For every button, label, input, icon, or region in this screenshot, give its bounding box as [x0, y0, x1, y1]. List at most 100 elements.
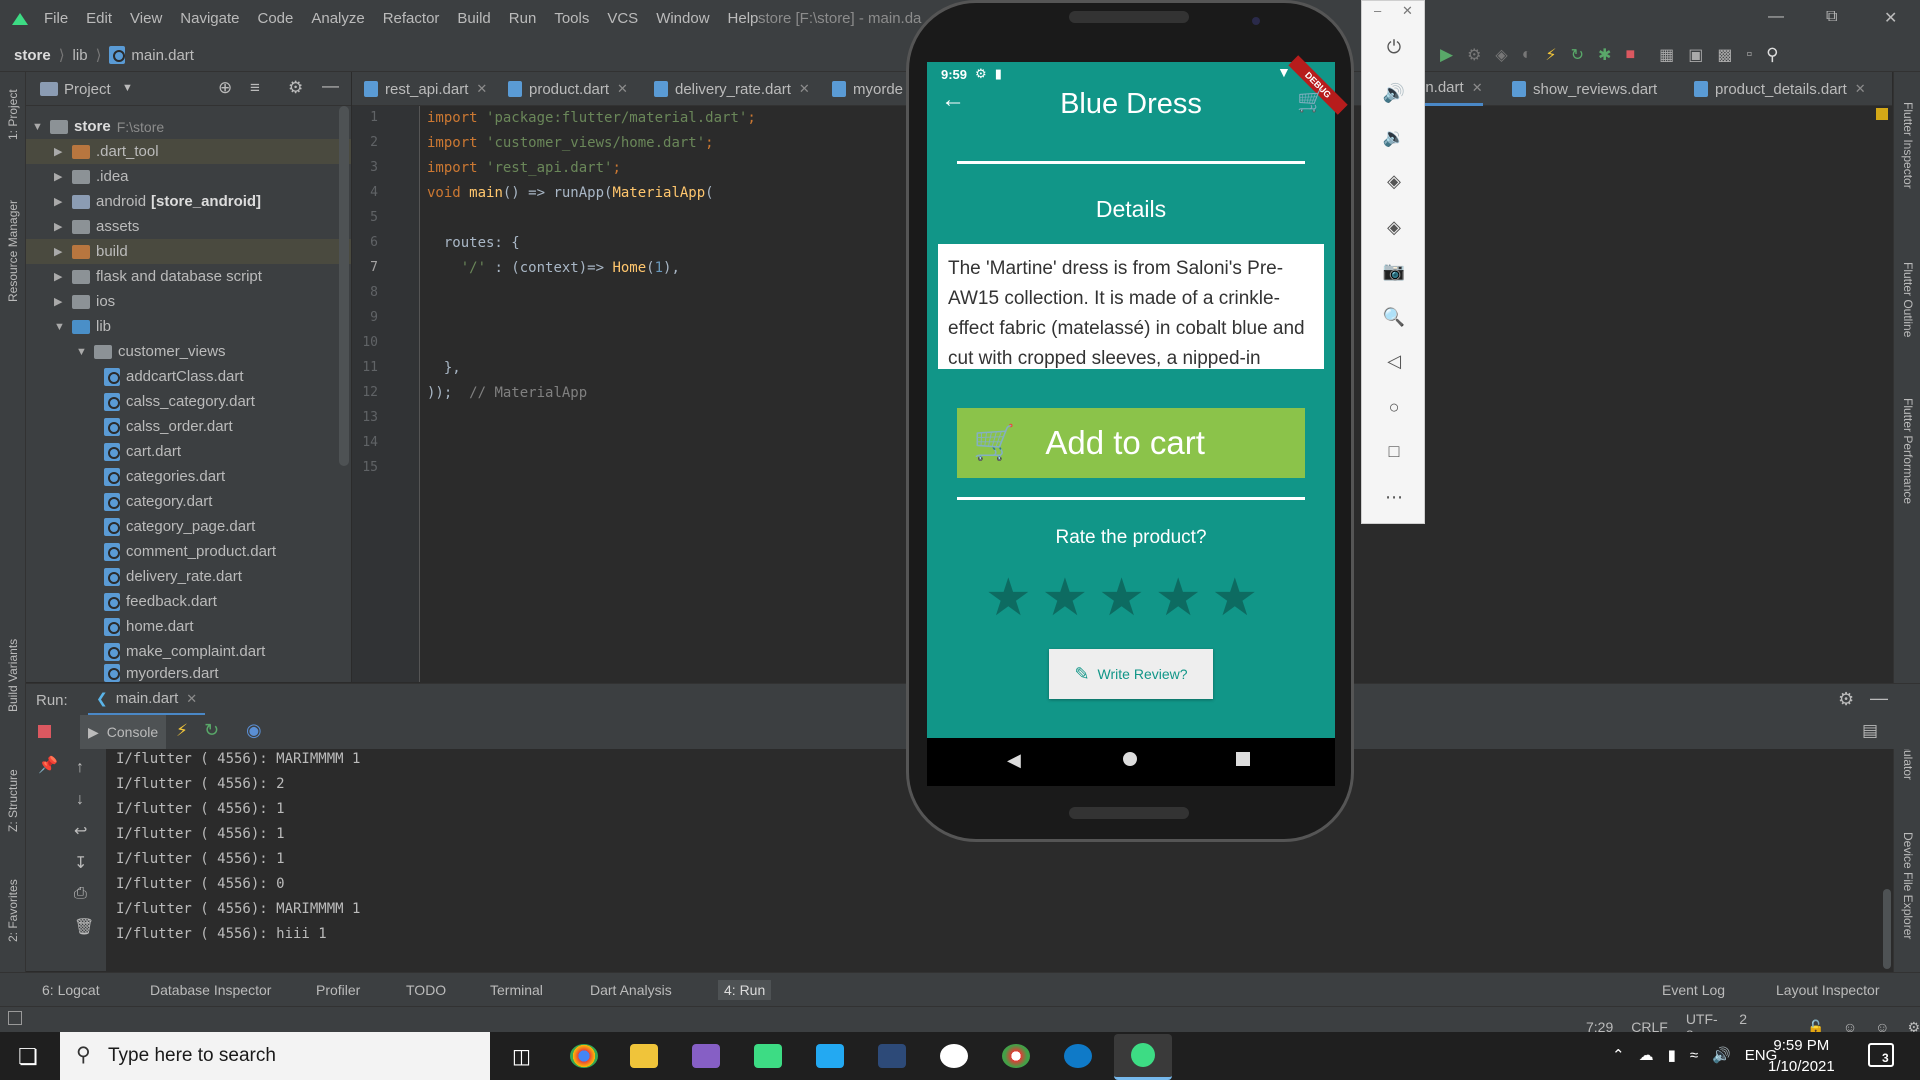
scroll-to-end-icon[interactable]: ↧ — [74, 853, 87, 873]
clock[interactable]: 9:59 PM 1/10/2021 — [1768, 1035, 1835, 1077]
tree-item[interactable]: cart.dart — [26, 439, 351, 464]
terminal-tab[interactable]: Terminal — [490, 982, 543, 998]
project-tool-tab[interactable]: 1: Project — [6, 89, 20, 140]
close-tab-icon[interactable]: ✕ — [617, 81, 628, 97]
tree-item[interactable]: feedback.dart — [26, 589, 351, 614]
tab-product-details[interactable]: product_details.dart ✕ — [1694, 72, 1866, 106]
close-icon[interactable]: ✕ — [1402, 3, 1413, 19]
menu-code[interactable]: Code — [257, 10, 293, 27]
rotate-left-icon[interactable]: ◈ — [1382, 169, 1406, 193]
tree-item[interactable]: categories.dart — [26, 464, 351, 489]
notification-icon[interactable]: 3 — [1868, 1043, 1894, 1067]
edge-icon[interactable] — [1064, 1044, 1092, 1068]
tree-item[interactable]: ▶ android [store_android] — [26, 189, 351, 214]
tree-item[interactable]: category_page.dart — [26, 514, 351, 539]
tree-item[interactable]: category.dart — [26, 489, 351, 514]
tab-myorders[interactable]: myorde — [832, 72, 903, 106]
breadcrumb-root[interactable]: store — [14, 47, 51, 64]
locate-icon[interactable]: ⊕ — [218, 78, 232, 98]
project-panel-title[interactable]: Project — [64, 81, 111, 98]
battery-icon[interactable]: ▮ — [1668, 1046, 1676, 1064]
database-inspector-tab[interactable]: Database Inspector — [150, 982, 271, 998]
close-tab-icon[interactable]: ✕ — [1472, 80, 1483, 96]
tree-item[interactable]: addcartClass.dart — [26, 364, 351, 389]
tree-item[interactable]: myorders.dart — [26, 664, 351, 682]
star-rating[interactable]: ★ ★ ★ ★ ★ — [985, 568, 1258, 628]
tree-item[interactable]: ▼ customer_views — [26, 339, 351, 364]
tab-rest-api[interactable]: rest_api.dart ✕ — [364, 72, 487, 106]
menu-help[interactable]: Help — [728, 10, 759, 27]
project-structure-icon[interactable]: ▦ — [1659, 45, 1674, 65]
apply-changes-icon[interactable]: ✱ — [1598, 45, 1611, 65]
home-circle-icon[interactable]: ○ — [1382, 395, 1406, 419]
print-icon[interactable]: ⎙ — [74, 885, 87, 903]
menu-refactor[interactable]: Refactor — [383, 10, 440, 27]
search-icon[interactable]: ⚲ — [1766, 45, 1778, 65]
trash-icon[interactable]: 🗑 — [74, 917, 94, 937]
structure-tool-tab[interactable]: Z: Structure — [6, 769, 20, 832]
taskbar-search[interactable]: ⚲ Type here to search — [60, 1032, 490, 1080]
layout-icon[interactable]: ▤ — [1862, 721, 1878, 741]
menu-analyze[interactable]: Analyze — [311, 10, 364, 27]
scrollbar[interactable] — [1883, 889, 1891, 969]
tree-item[interactable]: ▶ ios — [26, 289, 351, 314]
up-arrow-icon[interactable]: ↑ — [76, 759, 84, 777]
mysql-workbench-icon[interactable] — [878, 1044, 906, 1068]
hot-reload-icon[interactable]: ⚡ — [1545, 45, 1556, 65]
visual-studio-icon[interactable] — [692, 1044, 720, 1068]
star-icon[interactable]: ★ — [1155, 568, 1202, 628]
star-icon[interactable]: ★ — [985, 568, 1032, 628]
menu-file[interactable]: File — [44, 10, 68, 27]
flutter-outline-tool-tab[interactable]: Flutter Outline — [1901, 262, 1915, 337]
logcat-tab[interactable]: 6: Logcat — [42, 982, 100, 998]
todo-tab[interactable]: TODO — [406, 982, 446, 998]
restore-icon[interactable]: ⧉ — [1826, 8, 1837, 26]
menu-build[interactable]: Build — [457, 10, 490, 27]
stop-icon[interactable] — [38, 725, 51, 738]
cart-icon[interactable]: 🛒 — [1297, 88, 1324, 114]
star-icon[interactable]: ★ — [1212, 568, 1259, 628]
tab-product[interactable]: product.dart ✕ — [508, 72, 628, 106]
menu-tools[interactable]: Tools — [554, 10, 589, 27]
breadcrumb-file[interactable]: main.dart — [131, 47, 194, 64]
home-circle-icon[interactable] — [1123, 752, 1137, 766]
build-variants-tool-tab[interactable]: Build Variants — [6, 639, 20, 712]
close-tab-icon[interactable]: ✕ — [186, 691, 197, 707]
camera-icon[interactable]: 📷 — [1382, 259, 1406, 283]
vscode-icon[interactable] — [816, 1044, 844, 1068]
run-tab[interactable]: 4: Run — [718, 980, 772, 1000]
menu-navigate[interactable]: Navigate — [180, 10, 239, 27]
tree-item[interactable]: calss_category.dart — [26, 389, 351, 414]
back-triangle-icon[interactable]: ◀ — [1007, 750, 1021, 771]
breadcrumb-dir[interactable]: lib — [73, 47, 88, 64]
close-tab-icon[interactable]: ✕ — [476, 81, 487, 97]
device-manager-icon[interactable]: ▫ — [1747, 46, 1753, 64]
star-icon[interactable]: ★ — [1042, 568, 1089, 628]
pin-icon[interactable]: 📌 — [38, 755, 58, 775]
tree-item[interactable]: make_complaint.dart — [26, 639, 351, 664]
hot-restart-icon[interactable]: ↻ — [204, 720, 219, 741]
hide-panel-icon[interactable]: — — [1870, 688, 1888, 709]
overview-square-icon[interactable]: □ — [1382, 439, 1406, 463]
console-tab[interactable]: ▶ Console — [80, 715, 167, 749]
down-arrow-icon[interactable]: ↓ — [76, 791, 84, 809]
run-tab-main[interactable]: ❮ main.dart ✕ — [88, 684, 206, 716]
tree-item[interactable]: ▶ .idea — [26, 164, 351, 189]
minimize-icon[interactable]: — — [1768, 8, 1784, 26]
tool-window-toggle-icon[interactable] — [8, 1011, 22, 1025]
android-studio-taskbar-item[interactable] — [1114, 1034, 1172, 1080]
tree-item[interactable]: delivery_rate.dart — [26, 564, 351, 589]
menu-run[interactable]: Run — [509, 10, 537, 27]
tab-main[interactable]: in.dart ✕ — [1422, 72, 1483, 106]
devtools-icon[interactable]: ◉ — [246, 720, 262, 741]
recents-square-icon[interactable] — [1236, 752, 1250, 766]
tree-item[interactable]: ▼ lib — [26, 314, 351, 339]
resource-manager-tool-tab[interactable]: Resource Manager — [6, 200, 20, 302]
minimize-icon[interactable]: – — [1374, 3, 1381, 18]
rotate-right-icon[interactable]: ◈ — [1382, 215, 1406, 239]
volume-icon[interactable]: 🔊 — [1712, 1046, 1731, 1064]
tree-item[interactable]: ▶ assets — [26, 214, 351, 239]
profiler-tab[interactable]: Profiler — [316, 982, 360, 998]
scrollbar[interactable] — [339, 106, 349, 466]
profile-icon[interactable]: ◈ — [1495, 45, 1507, 65]
